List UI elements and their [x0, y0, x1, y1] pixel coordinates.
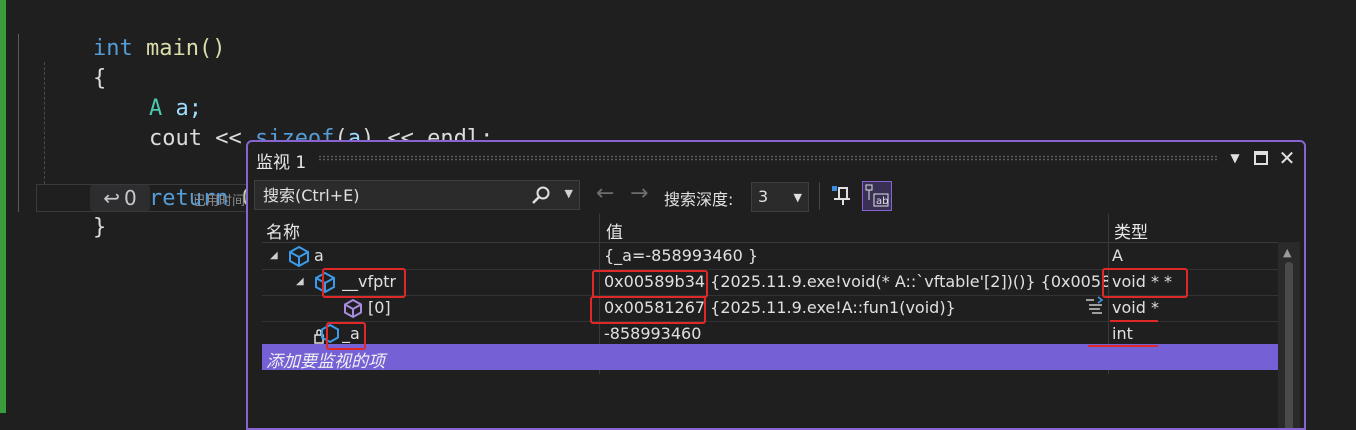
svg-text:ab: ab	[876, 196, 888, 207]
annotation-box-vtable-entry-address	[590, 296, 706, 324]
chevron-down-icon: ▼	[793, 191, 802, 204]
column-header-type[interactable]: 类型	[1114, 218, 1148, 243]
row-name: [0]	[368, 298, 391, 317]
return-arrow-icon: ↩	[103, 186, 121, 210]
add-watch-item-label: 添加要监视的项	[266, 352, 385, 372]
maximize-icon[interactable]	[1250, 147, 1272, 169]
visualizer-icon[interactable]	[1084, 296, 1104, 320]
pointer-description: {2025.11.9.exe!void(* A::`vftable'[2])()…	[705, 272, 1108, 291]
watch-title: 监视 1	[256, 153, 307, 173]
object-icon	[288, 245, 310, 271]
row-type: void *	[1112, 298, 1159, 317]
chevron-down-icon[interactable]: ▼	[565, 187, 573, 200]
code-line-4[interactable]: cout << sizeof(a) << endl;	[96, 94, 493, 151]
function-main: main()	[132, 36, 226, 61]
column-header-name[interactable]: 名称	[266, 218, 300, 243]
row-name: a	[314, 246, 324, 265]
member-icon	[342, 297, 364, 323]
search-input[interactable]	[255, 181, 541, 209]
annotation-box-vfptr	[322, 268, 406, 298]
annotation-box-vfptr-address	[592, 270, 708, 298]
return-value-hint[interactable]: ↩ 0	[90, 185, 150, 211]
column-header-value[interactable]: 值	[606, 218, 623, 243]
search-depth-label: 搜索深度:	[664, 190, 734, 209]
search-box[interactable]: ▼	[254, 180, 580, 210]
grid-header: 名称 值 类型	[262, 214, 1278, 243]
forward-arrow-icon[interactable]: →	[630, 180, 648, 208]
table-row[interactable]: ◢ a {_a=-858993460 } A	[262, 243, 1278, 270]
pointer-description: {2025.11.9.exe!A::fun1(void)}	[705, 298, 956, 317]
code-line-3[interactable]: A a;	[96, 64, 202, 121]
watch-titlebar[interactable]: 监视 1 ▼ ✕	[248, 142, 1304, 174]
pin-icon[interactable]	[830, 184, 852, 210]
close-icon[interactable]: ✕	[1276, 146, 1298, 170]
row-value[interactable]: {_a=-858993460 }	[604, 246, 1108, 265]
toolbar-separator	[819, 182, 820, 210]
code-line-1[interactable]: int main()	[40, 4, 225, 61]
search-icon[interactable]	[531, 185, 551, 209]
expand-triangle-icon[interactable]: ◢	[296, 276, 304, 287]
expand-triangle-icon[interactable]: ◢	[270, 250, 278, 261]
code-line-2[interactable]: {	[40, 34, 106, 91]
search-depth-value: 3	[758, 187, 769, 206]
hex-display-toggle[interactable]: ab	[862, 181, 892, 211]
return-value: 0	[124, 186, 137, 210]
drag-grip[interactable]	[318, 155, 1218, 161]
row-type: int	[1112, 324, 1133, 343]
hex-display-icon: ab	[865, 184, 889, 207]
search-depth-select[interactable]: 3 ▼	[751, 182, 809, 212]
dropdown-arrow-icon[interactable]: ▼	[1224, 147, 1246, 169]
change-indicator-bar	[0, 0, 6, 413]
annotation-underline-void	[1110, 320, 1158, 322]
scroll-thumb[interactable]	[1285, 262, 1293, 428]
add-watch-item-row[interactable]: 添加要监视的项	[262, 344, 1278, 372]
annotation-box-vfptr-type	[1102, 268, 1188, 298]
scroll-up-icon[interactable]: ▲	[1283, 246, 1291, 259]
annotation-underline-int	[1088, 345, 1158, 347]
code-line-6[interactable]: return 0;	[96, 154, 268, 211]
token-cout: cout	[148, 126, 202, 151]
row-value[interactable]: -858993460	[604, 324, 1108, 343]
back-arrow-icon[interactable]: ←	[596, 180, 614, 208]
watch-toolbar: ▼ ← → 搜索深度: 3 ▼ ab	[248, 174, 1304, 214]
elapsed-time-label: 已用时间	[193, 194, 246, 209]
annotation-box-member-a	[326, 322, 366, 350]
table-row[interactable]: [0] 0x00581267 {2025.11.9.exe!A::fun1(vo…	[262, 295, 1278, 322]
vertical-scrollbar[interactable]: ▲	[1278, 242, 1300, 428]
fold-guide	[18, 34, 19, 212]
brace-close: }	[92, 215, 107, 240]
row-type: A	[1112, 246, 1123, 265]
